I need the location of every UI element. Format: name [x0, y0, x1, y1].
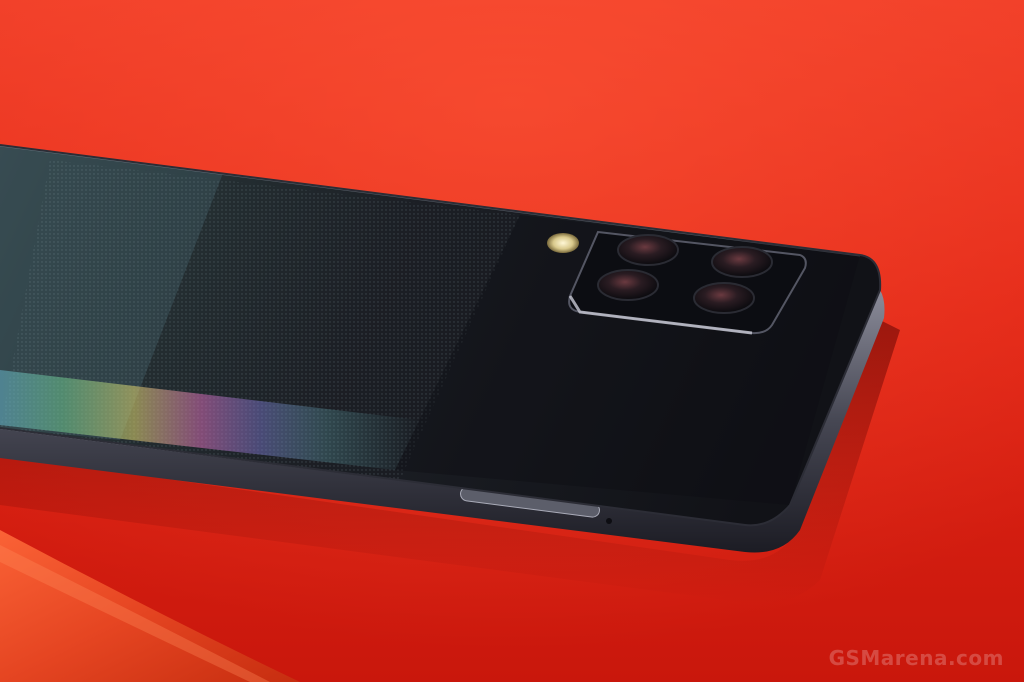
camera-lens-depth — [693, 282, 755, 314]
watermark: GSMarena.com — [828, 646, 1004, 670]
camera-lens-macro — [597, 269, 659, 301]
photo: GSMarena.com — [0, 0, 1024, 682]
camera-lens-main — [617, 234, 679, 266]
microphone-hole — [606, 518, 612, 524]
flash-icon — [547, 233, 579, 253]
phone-photo — [0, 0, 1024, 682]
camera-lens-wide — [711, 246, 773, 278]
